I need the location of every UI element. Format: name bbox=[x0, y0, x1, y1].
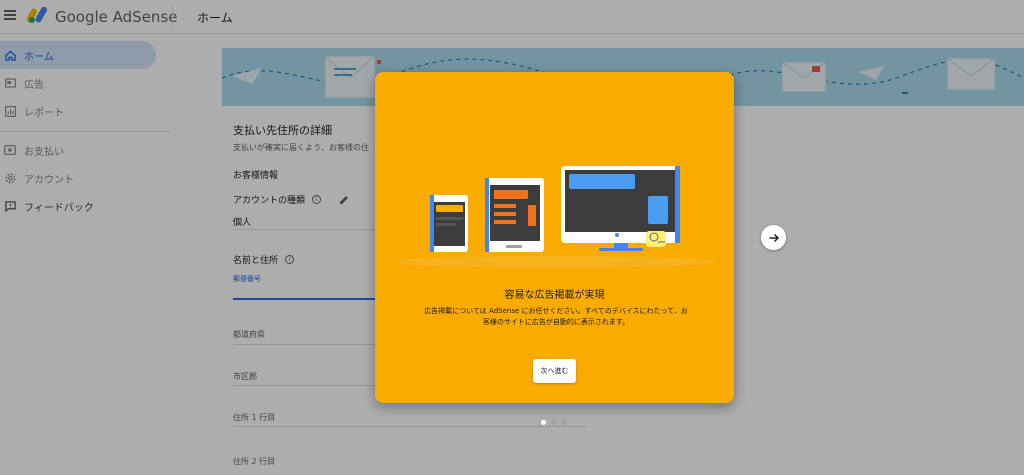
next-button[interactable]: 次へ進む bbox=[533, 359, 576, 383]
devices-illustration bbox=[395, 166, 715, 268]
pager-dot-3[interactable] bbox=[561, 420, 566, 425]
onboarding-dialog: 容易な広告掲載が実現 広告掲載については AdSense にお任せください。すべ… bbox=[375, 72, 734, 403]
next-slide-button[interactable] bbox=[761, 225, 786, 250]
pager-dot-1[interactable] bbox=[541, 420, 546, 425]
dialog-body: 広告掲載については AdSense にお任せください。すべてのデバイスにわたって… bbox=[424, 307, 688, 326]
pager-dot-2[interactable] bbox=[551, 420, 556, 425]
dialog-title: 容易な広告掲載が実現 bbox=[504, 290, 605, 301]
arrow-right-icon bbox=[769, 233, 779, 242]
carousel-pager bbox=[541, 420, 566, 425]
